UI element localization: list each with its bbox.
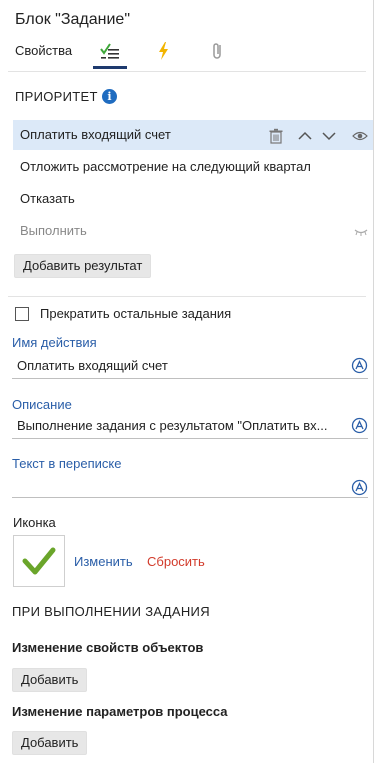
stop-others-label: Прекратить остальные задания: [40, 306, 232, 321]
results-list-icon[interactable]: [99, 40, 121, 62]
result-row[interactable]: Отложить рассмотрение на следующий кварт…: [13, 152, 373, 182]
correspondence-label: Текст в переписке: [12, 456, 122, 471]
description-label: Описание: [12, 397, 72, 412]
result-label: Отказать: [20, 191, 75, 206]
panel-title: Блок "Задание": [15, 11, 131, 28]
process-params-title: Изменение параметров процесса: [12, 704, 228, 719]
divider: [8, 296, 366, 297]
chevron-up-icon[interactable]: [297, 128, 313, 144]
localization-icon[interactable]: [351, 479, 368, 496]
eye-icon[interactable]: [352, 128, 368, 144]
info-icon[interactable]: i: [102, 89, 117, 104]
on-complete-title: ПРИ ВЫПОЛНЕНИИ ЗАДАНИЯ: [12, 604, 210, 619]
result-row[interactable]: Отказать: [13, 184, 373, 214]
result-label: Выполнить: [20, 223, 87, 238]
task-block-panel: Блок "Задание" Свойства ПРИОРИТЕТ i Опла…: [0, 0, 374, 763]
icon-label: Иконка: [13, 515, 56, 530]
tab-properties[interactable]: Свойства: [15, 43, 72, 58]
lightning-icon[interactable]: [153, 40, 175, 62]
reset-icon-link[interactable]: Сбросить: [147, 554, 205, 569]
tab-bar: Свойства: [0, 38, 374, 70]
eye-hidden-icon[interactable]: [354, 228, 368, 236]
chevron-down-icon[interactable]: [321, 128, 337, 144]
add-process-params-button[interactable]: Добавить: [12, 731, 88, 755]
active-tab-indicator: [93, 66, 127, 69]
description-value: Выполнение задания с результатом "Оплати…: [17, 418, 328, 433]
divider: [8, 71, 366, 72]
result-row[interactable]: Выполнить: [13, 216, 373, 246]
action-name-value: Оплатить входящий счет: [17, 358, 168, 373]
attachment-icon[interactable]: [207, 40, 229, 62]
task-icon-preview: [13, 535, 65, 587]
stop-others-checkbox[interactable]: [15, 307, 29, 321]
trash-icon[interactable]: [268, 128, 284, 144]
description-field[interactable]: Выполнение задания с результатом "Оплати…: [12, 416, 368, 439]
change-icon-link[interactable]: Изменить: [74, 554, 133, 569]
add-result-button[interactable]: Добавить результат: [14, 254, 152, 278]
result-label: Оплатить входящий счет: [20, 127, 171, 142]
object-props-title: Изменение свойств объектов: [12, 640, 204, 655]
checkmark-icon: [22, 547, 56, 575]
result-label: Отложить рассмотрение на следующий кварт…: [20, 159, 311, 174]
localization-icon[interactable]: [351, 357, 368, 374]
action-name-field[interactable]: Оплатить входящий счет: [12, 356, 368, 379]
result-row[interactable]: Оплатить входящий счет: [13, 120, 373, 150]
priority-title: ПРИОРИТЕТ: [15, 89, 98, 104]
action-name-label: Имя действия: [12, 335, 97, 350]
localization-icon[interactable]: [351, 417, 368, 434]
correspondence-field[interactable]: [12, 475, 368, 498]
add-object-props-button[interactable]: Добавить: [12, 668, 88, 692]
